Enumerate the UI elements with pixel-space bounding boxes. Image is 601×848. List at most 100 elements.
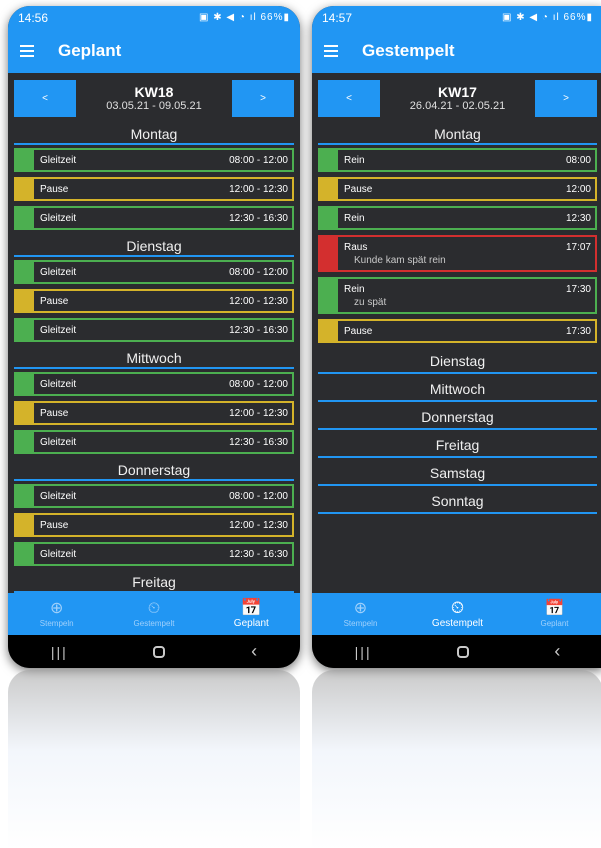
entry-label: Rein: [344, 154, 365, 166]
back-icon[interactable]: ‹: [554, 641, 560, 662]
time-entry[interactable]: Gleitzeit 12:30 - 16:30: [14, 318, 294, 342]
entry-row: Gleitzeit 08:00 - 12:00: [40, 152, 288, 168]
day-header[interactable]: Montag: [14, 123, 294, 145]
status-time: 14:56: [18, 10, 49, 25]
time-entry[interactable]: Rein 17:30 zu spät: [318, 277, 597, 314]
entry-time: 12:30 - 16:30: [229, 436, 288, 448]
time-entry[interactable]: Gleitzeit 08:00 - 12:00: [14, 484, 294, 508]
day-header[interactable]: Dienstag: [318, 348, 597, 374]
entry-label: Gleitzeit: [40, 436, 77, 448]
recent-apps-icon[interactable]: |||: [355, 644, 372, 660]
status-icons: ▣ ✱ ◀ ◔ ıl 66%▮: [502, 12, 593, 23]
entry-time: 12:00: [565, 183, 591, 195]
week-date-range: 26.04.21 - 02.05.21: [409, 100, 506, 112]
entry-label: Gleitzeit: [40, 154, 77, 166]
day-header[interactable]: Mittwoch: [318, 376, 597, 402]
entry-body: Gleitzeit 12:30 - 16:30: [34, 320, 292, 340]
time-entry[interactable]: Gleitzeit 12:30 - 16:30: [14, 206, 294, 230]
time-entry[interactable]: Gleitzeit 12:30 - 16:30: [14, 430, 294, 454]
next-week-button[interactable]: >: [534, 79, 597, 117]
entry-label: Pause: [344, 325, 373, 337]
entry-row: Gleitzeit 12:30 - 16:30: [40, 210, 288, 226]
entry-color-stripe: [320, 208, 338, 228]
entry-row: Pause 17:30: [344, 323, 591, 339]
entry-color-stripe: [16, 374, 34, 394]
time-entry[interactable]: Pause 12:00 - 12:30: [14, 401, 294, 425]
entry-time: 12:30 - 16:30: [229, 212, 288, 224]
week-navigation: < KW17 26.04.21 - 02.05.21 >: [312, 73, 601, 123]
bottom-nav-label: Stempeln: [343, 619, 378, 628]
entry-body: Pause 12:00 - 12:30: [34, 179, 292, 199]
day-header[interactable]: Donnerstag: [318, 404, 597, 430]
back-icon[interactable]: ‹: [251, 641, 257, 662]
bottom-nav-geplant[interactable]: 📅 Geplant: [203, 593, 300, 635]
entry-time: 17:30: [565, 283, 591, 295]
bottom-nav-stempeln[interactable]: ⊕ Stempeln: [8, 593, 105, 635]
bottom-nav-geplant[interactable]: 📅 Geplant: [506, 593, 601, 635]
entry-color-stripe: [320, 150, 338, 170]
menu-icon[interactable]: [20, 45, 34, 57]
bottom-nav-gestempelt[interactable]: ⏲ Gestempelt: [105, 593, 202, 635]
time-entry[interactable]: Pause 12:00 - 12:30: [14, 177, 294, 201]
system-navigation-bar: ||| ‹: [312, 635, 601, 668]
bottom-nav-stempeln[interactable]: ⊕ Stempeln: [312, 593, 409, 635]
day-list[interactable]: Montag Rein 08:00 Pause 12:00 Rein 12:30 Raus 17…: [312, 123, 601, 597]
day-header[interactable]: Sonntag: [318, 488, 597, 514]
day-list[interactable]: Montag Gleitzeit 08:00 - 12:00 Pause 12:00 -…: [8, 123, 300, 597]
time-entry[interactable]: Gleitzeit 12:30 - 16:30: [14, 542, 294, 566]
bottom-nav-gestempelt[interactable]: ⏲ Gestempelt: [409, 593, 506, 635]
time-entry[interactable]: Pause 12:00: [318, 177, 597, 201]
time-entry[interactable]: Raus 17:07 Kunde kam spät rein: [318, 235, 597, 272]
day-header[interactable]: Dienstag: [14, 235, 294, 257]
entry-row: Rein 12:30: [344, 210, 591, 226]
entry-color-stripe: [16, 515, 34, 535]
bottom-navigation: ⊕ Stempeln ⏲ Gestempelt 📅 Geplant: [8, 593, 300, 635]
day-header[interactable]: Samstag: [318, 460, 597, 486]
entry-label: Pause: [40, 183, 69, 195]
time-entry[interactable]: Gleitzeit 08:00 - 12:00: [14, 260, 294, 284]
time-entry[interactable]: Pause 12:00 - 12:30: [14, 513, 294, 537]
entry-time: 12:30 - 16:30: [229, 324, 288, 336]
entry-time: 17:30: [565, 325, 591, 337]
previous-week-button[interactable]: <: [14, 79, 76, 117]
status-icons: ▣ ✱ ◀ ◔ ıl 66%▮: [199, 12, 290, 23]
page-title: Gestempelt: [362, 41, 455, 60]
time-entry[interactable]: Gleitzeit 08:00 - 12:00: [14, 148, 294, 172]
previous-week-button[interactable]: <: [318, 79, 380, 117]
entry-row: Pause 12:00 - 12:30: [40, 517, 288, 533]
entry-body: Gleitzeit 08:00 - 12:00: [34, 262, 292, 282]
entry-color-stripe: [16, 291, 34, 311]
page-title: Geplant: [58, 41, 122, 60]
bottom-nav-label: Gestempelt: [133, 619, 175, 628]
time-entry[interactable]: Pause 12:00 - 12:30: [14, 289, 294, 313]
day-header[interactable]: Freitag: [14, 571, 294, 593]
time-entry[interactable]: Pause 17:30: [318, 319, 597, 343]
day-header[interactable]: Mittwoch: [14, 347, 294, 369]
time-entry[interactable]: Rein 12:30: [318, 206, 597, 230]
day-header[interactable]: Freitag: [318, 432, 597, 458]
home-icon[interactable]: [153, 645, 166, 658]
next-week-button[interactable]: >: [231, 79, 294, 117]
entry-time: 08:00 - 12:00: [229, 154, 288, 166]
entry-label: Pause: [344, 183, 373, 195]
entry-body: Pause 17:30: [338, 321, 595, 341]
home-icon[interactable]: [456, 645, 469, 658]
day-header[interactable]: Montag: [318, 123, 597, 145]
entry-row: Gleitzeit 12:30 - 16:30: [40, 546, 288, 562]
entry-time: 12:00 - 12:30: [229, 295, 288, 307]
entry-color-stripe: [320, 237, 338, 270]
time-entry[interactable]: Rein 08:00: [318, 148, 597, 172]
entry-row: Gleitzeit 12:30 - 16:30: [40, 434, 288, 450]
bottom-nav-label: Stempeln: [39, 619, 74, 628]
day-header[interactable]: Donnerstag: [14, 459, 294, 481]
entry-time: 12:30 - 16:30: [229, 548, 288, 560]
entry-body: Pause 12:00 - 12:30: [34, 515, 292, 535]
stopwatch-icon: ⏲: [450, 598, 465, 617]
entry-color-stripe: [16, 403, 34, 423]
entry-body: Pause 12:00: [338, 179, 595, 199]
menu-icon[interactable]: [324, 45, 338, 57]
recent-apps-icon[interactable]: |||: [51, 644, 68, 660]
time-entry[interactable]: Gleitzeit 08:00 - 12:00: [14, 372, 294, 396]
entry-label: Raus: [344, 241, 368, 253]
calendar-clock-icon: 📅: [240, 598, 262, 617]
